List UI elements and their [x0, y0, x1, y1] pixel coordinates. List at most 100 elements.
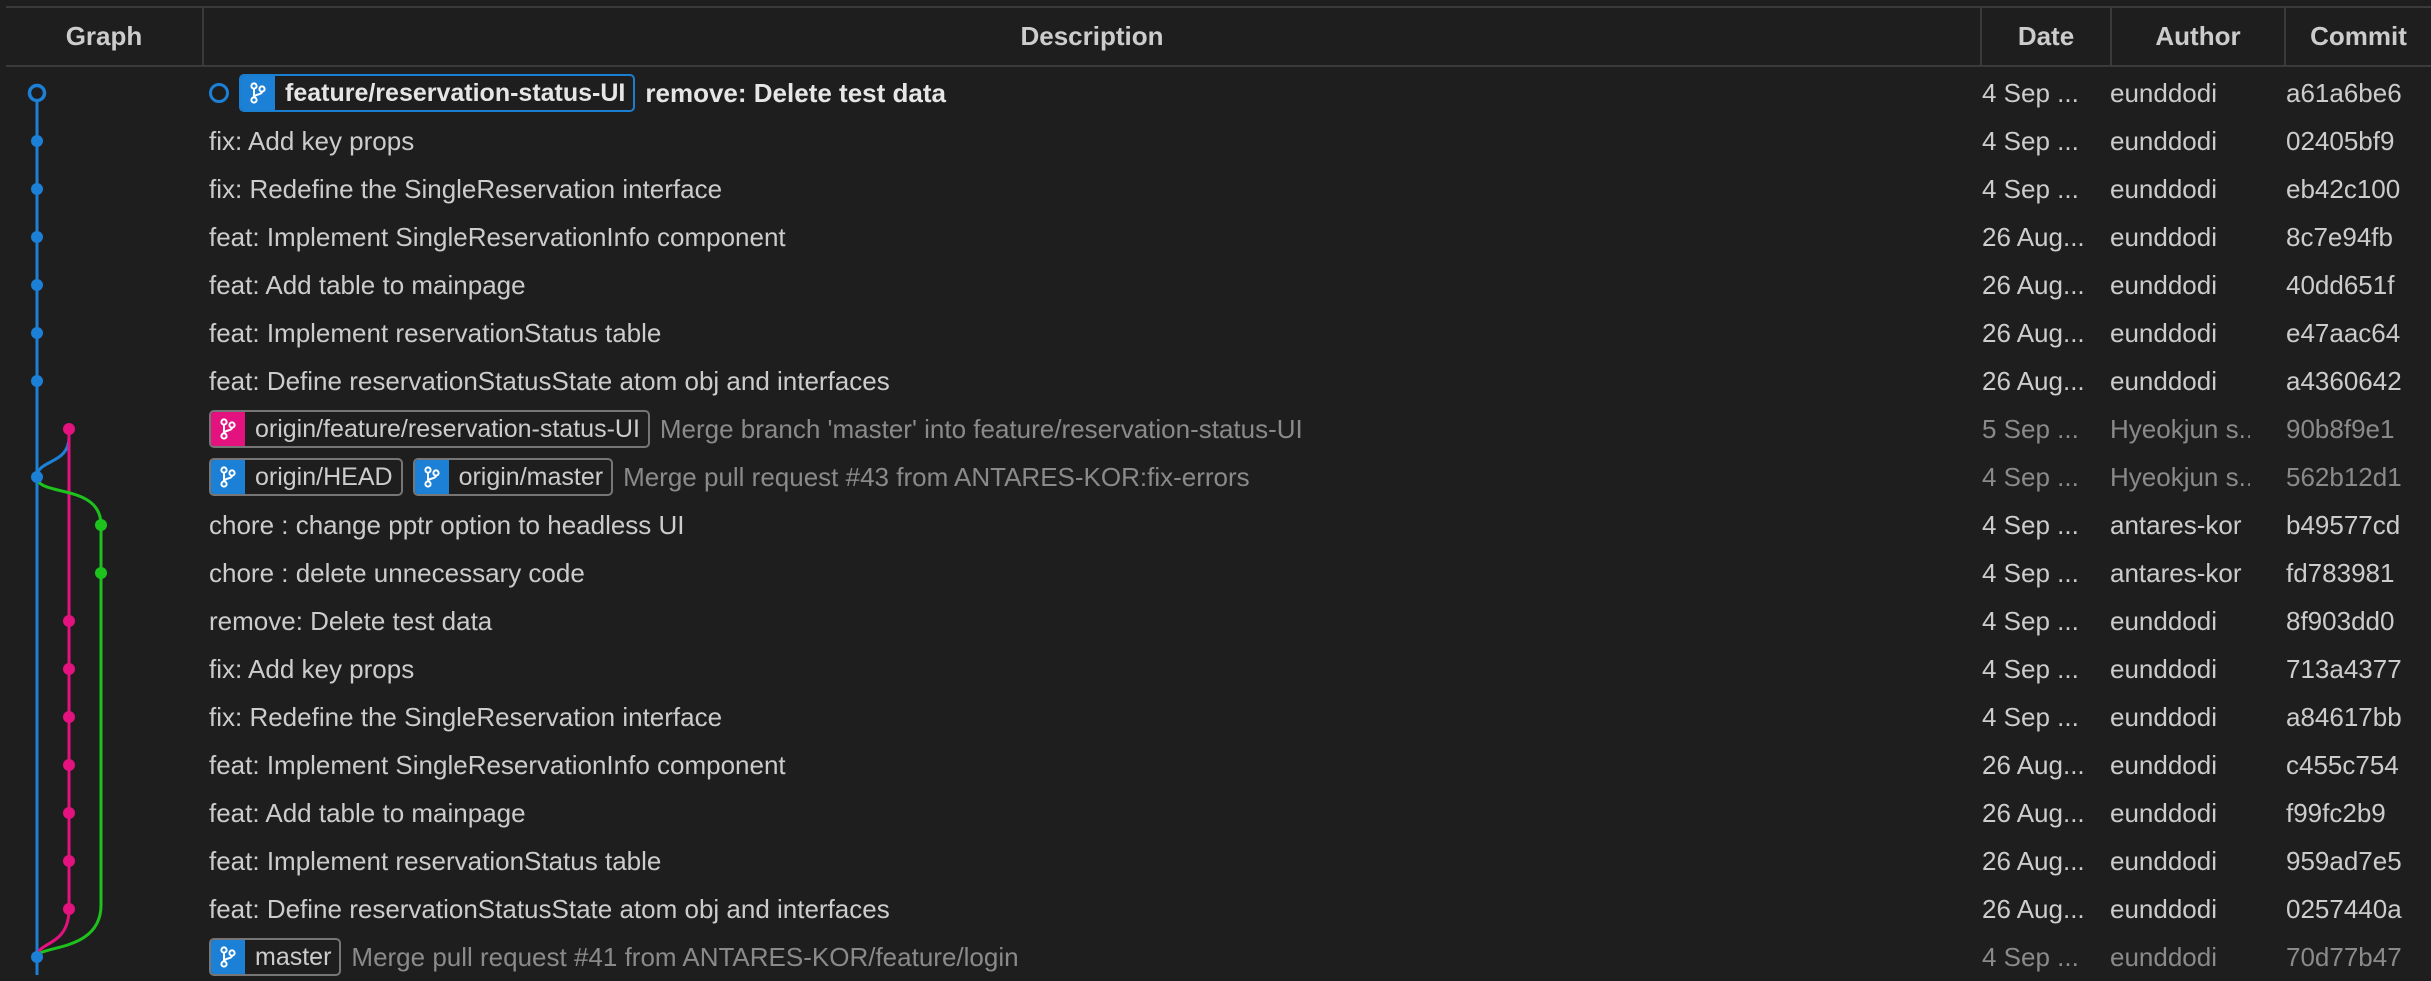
commit-message: fix: Redefine the SingleReservation inte… [209, 701, 723, 732]
commit-author: eunddodi [2110, 222, 2217, 252]
commit-message: Merge pull request #41 from ANTARES-KOR/… [351, 941, 1019, 972]
column-header-date[interactable]: Date [1982, 8, 2110, 65]
commit-row[interactable]: feat: Implement SingleReservationInfo co… [0, 213, 2431, 261]
commit-hash: 562b12d1 [2286, 462, 2402, 492]
commit-date: 4 Sep ... [1982, 606, 2079, 636]
commit-hash: 8c7e94fb [2286, 222, 2393, 252]
branch-badge-label: origin/HEAD [255, 462, 393, 491]
commit-author: eunddodi [2110, 942, 2217, 972]
commit-row[interactable]: feature/reservation-status-UI remove: Del… [0, 69, 2431, 117]
commit-hash: 713a4377 [2286, 654, 2402, 684]
column-header-description[interactable]: Description [204, 8, 1980, 65]
commit-description: remove: Delete test data [209, 597, 492, 645]
commit-author: antares-kor [2110, 510, 2242, 540]
commit-description: fix: Add key props [209, 117, 414, 165]
commit-row[interactable]: master Merge pull request #41 from ANTARE… [0, 933, 2431, 981]
commit-description: master Merge pull request #41 from ANTARE… [209, 933, 1019, 981]
branch-badge[interactable]: origin/HEAD [209, 458, 403, 496]
commit-message: feat: Implement SingleReservationInfo co… [209, 749, 786, 780]
commit-date: 4 Sep ... [1982, 942, 2079, 972]
commit-description: feat: Add table to mainpage [209, 789, 526, 837]
commit-author: eunddodi [2110, 78, 2217, 108]
branch-badge[interactable]: origin/master [412, 458, 614, 496]
commit-row[interactable]: chore : change pptr option to headless U… [0, 501, 2431, 549]
commit-row[interactable]: remove: Delete test data 4 Sep ... eunddod… [0, 597, 2431, 645]
commit-author: eunddodi [2110, 654, 2217, 684]
commit-message: remove: Delete test data [645, 77, 946, 108]
branch-badge-label: feature/reservation-status-UI [285, 78, 626, 107]
commit-description: chore : delete unnecessary code [209, 549, 585, 597]
commit-description: feat: Add table to mainpage [209, 261, 526, 309]
commit-hash: a61a6be6 [2286, 78, 2402, 108]
commit-row[interactable]: fix: Add key props 4 Sep ... eunddodi 02405… [0, 117, 2431, 165]
git-branch-icon [211, 412, 245, 446]
commit-message: feat: Add table to mainpage [209, 269, 526, 300]
commit-message: feat: Implement SingleReservationInfo co… [209, 221, 786, 252]
commit-row[interactable]: feat: Add table to mainpage 26 Aug... eund… [0, 789, 2431, 837]
commit-message: Merge branch 'master' into feature/reser… [659, 413, 1303, 444]
commit-message: fix: Redefine the SingleReservation inte… [209, 173, 723, 204]
commit-row[interactable]: feat: Implement reservationStatus table 2… [0, 309, 2431, 357]
commit-row[interactable]: feat: Add table to mainpage 26 Aug... eund… [0, 261, 2431, 309]
commit-message: fix: Add key props [209, 125, 415, 156]
commit-row[interactable]: feat: Implement reservationStatus table 2… [0, 837, 2431, 885]
commit-author: eunddodi [2110, 798, 2217, 828]
commit-author: eunddodi [2110, 126, 2217, 156]
commit-date: 4 Sep ... [1982, 558, 2079, 588]
commit-author: Hyeokjun s... [2110, 462, 2250, 492]
commit-date: 4 Sep ... [1982, 702, 2079, 732]
head-ring-icon [209, 83, 229, 103]
commit-row[interactable]: feat: Implement SingleReservationInfo co… [0, 741, 2431, 789]
commit-author: Hyeokjun s... [2110, 414, 2250, 444]
column-header: Graph Description Date Author Commit [6, 6, 2431, 67]
commit-date: 4 Sep ... [1982, 78, 2079, 108]
commit-author: eunddodi [2110, 270, 2217, 300]
commit-date: 26 Aug... [1982, 750, 2085, 780]
column-header-author[interactable]: Author [2112, 8, 2284, 65]
git-branch-icon [241, 76, 275, 110]
commit-description: chore : change pptr option to headless U… [209, 501, 685, 549]
commit-author: eunddodi [2110, 702, 2217, 732]
commit-description: origin/HEAD origin/master Merge pull reque… [209, 453, 1250, 501]
commit-row[interactable]: feat: Define reservationStatusState atom… [0, 885, 2431, 933]
commit-row[interactable]: fix: Add key props 4 Sep ... eunddodi 713a4… [0, 645, 2431, 693]
column-header-commit[interactable]: Commit [2286, 8, 2431, 65]
commit-message: feat: Define reservationStatusState atom… [209, 365, 890, 396]
commit-hash: e47aac64 [2286, 318, 2401, 348]
commit-hash: f99fc2b9 [2286, 798, 2386, 828]
branch-badge[interactable]: feature/reservation-status-UI [239, 74, 636, 112]
branch-badge-label: origin/master [458, 462, 604, 491]
commit-row[interactable]: chore : delete unnecessary code 4 Sep ...… [0, 549, 2431, 597]
commit-row[interactable]: origin/HEAD origin/master Merge pull reque… [0, 453, 2431, 501]
commit-description: fix: Redefine the SingleReservation inte… [209, 693, 722, 741]
commit-message: fix: Add key props [209, 653, 415, 684]
commit-row[interactable]: origin/feature/reservation-status-UI Merg… [0, 405, 2431, 453]
commit-message: remove: Delete test data [209, 605, 493, 636]
commit-author: eunddodi [2110, 894, 2217, 924]
commit-row[interactable]: fix: Redefine the SingleReservation inte… [0, 693, 2431, 741]
git-graph-view: Graph Description Date Author Commit fea… [0, 0, 2431, 976]
commit-message: chore : change pptr option to headless U… [209, 509, 685, 540]
commit-date: 26 Aug... [1982, 318, 2085, 348]
commit-row[interactable]: fix: Redefine the SingleReservation inte… [0, 165, 2431, 213]
commit-hash: 8f903dd0 [2286, 606, 2395, 636]
commit-hash: eb42c100 [2286, 174, 2401, 204]
commit-author: eunddodi [2110, 174, 2217, 204]
commit-row[interactable]: feat: Define reservationStatusState atom… [0, 357, 2431, 405]
commit-date: 4 Sep ... [1982, 174, 2079, 204]
commit-hash: 70d77b47 [2286, 942, 2402, 972]
commit-author: eunddodi [2110, 366, 2217, 396]
commit-description: feature/reservation-status-UI remove: Del… [209, 69, 946, 117]
commit-description: feat: Implement SingleReservationInfo co… [209, 213, 786, 261]
branch-badge[interactable]: origin/feature/reservation-status-UI [209, 410, 650, 448]
commit-date: 4 Sep ... [1982, 462, 2079, 492]
commit-hash: c455c754 [2286, 750, 2399, 780]
commit-date: 26 Aug... [1982, 798, 2085, 828]
commit-description: fix: Redefine the SingleReservation inte… [209, 165, 722, 213]
branch-badge[interactable]: master [209, 938, 342, 976]
commit-date: 26 Aug... [1982, 222, 2085, 252]
commit-message: feat: Define reservationStatusState atom… [209, 893, 890, 924]
commit-description: feat: Implement reservationStatus table [209, 837, 661, 885]
commit-message: chore : delete unnecessary code [209, 557, 585, 588]
commit-author: eunddodi [2110, 318, 2217, 348]
